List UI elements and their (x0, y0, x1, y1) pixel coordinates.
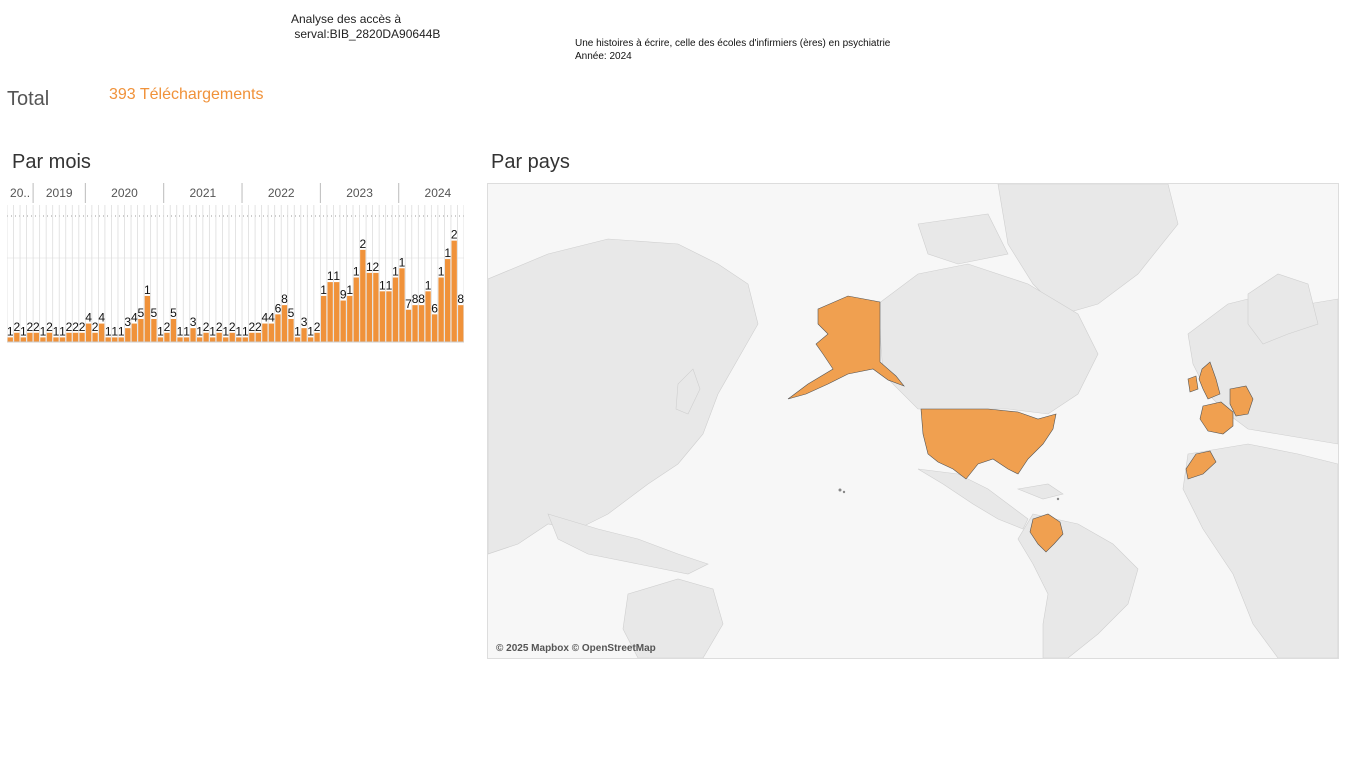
bar (262, 323, 268, 342)
bar (229, 332, 235, 342)
bar-label: 1 (346, 283, 353, 297)
document-title: Une histoires à écrire, celle des écoles… (575, 38, 891, 49)
bar (425, 291, 431, 342)
bar (255, 332, 262, 342)
bar (92, 332, 98, 342)
country-ireland (1187, 375, 1199, 393)
bar (216, 332, 222, 342)
bar (360, 249, 366, 342)
bar (320, 295, 327, 342)
bar (379, 291, 386, 342)
bar (33, 332, 40, 342)
bar (275, 314, 281, 342)
bar-label: 8 (457, 292, 464, 306)
bar (144, 295, 151, 342)
bar (125, 328, 131, 342)
bar (353, 277, 359, 342)
year-label: 2023 (346, 186, 373, 200)
bar (340, 300, 346, 342)
year-label: 20.. (10, 186, 30, 200)
bar-label: 1 (386, 278, 393, 292)
page-title: Analyse des accès à serval:BIB_2820DA906… (291, 12, 440, 42)
bar (386, 291, 392, 342)
bar-label: 1 (438, 265, 445, 279)
bar-label: 1 (444, 246, 451, 260)
bar (288, 318, 294, 342)
bar-label: 5 (170, 306, 177, 320)
bar (131, 323, 137, 342)
bar (301, 328, 307, 342)
bar (164, 332, 170, 342)
bar (314, 332, 320, 342)
bar (347, 295, 353, 342)
bar (451, 240, 457, 342)
document-year: Année: 2024 (575, 51, 632, 62)
bar-label: 4 (98, 311, 105, 325)
bar (392, 277, 399, 342)
year-label: 2024 (425, 186, 452, 200)
bar-label: 5 (288, 306, 295, 320)
by-month-title: Par mois (12, 151, 91, 173)
title-line-2: serval:BIB_2820DA90644B (291, 27, 441, 41)
bar (334, 282, 340, 342)
bar (190, 328, 196, 342)
bar (72, 332, 79, 342)
bar-label: 2 (314, 320, 321, 334)
bar (79, 332, 85, 342)
bar (327, 282, 333, 342)
year-label: 2019 (46, 186, 73, 200)
bar (170, 318, 177, 342)
bar-label: 1 (399, 255, 406, 269)
by-country-title: Par pays (491, 151, 570, 173)
bar (373, 272, 379, 342)
bar (412, 305, 418, 342)
bar (445, 259, 451, 342)
bar-label: 5 (151, 306, 158, 320)
bar (366, 272, 372, 342)
bar (46, 332, 53, 342)
bar (268, 323, 275, 342)
world-map[interactable]: © 2025 Mapbox © OpenStreetMap (487, 183, 1339, 659)
bar-label: 2 (359, 237, 366, 251)
document-info: Une histoires à écrire, celle des écoles… (575, 37, 890, 63)
bar-label: 6 (431, 301, 438, 315)
bar (458, 305, 464, 342)
bar (85, 323, 92, 342)
title-line-1: Analyse des accès à (291, 12, 402, 26)
year-label: 2020 (111, 186, 138, 200)
bar (431, 314, 438, 342)
total-label: Total (7, 88, 50, 110)
year-label: 2021 (190, 186, 217, 200)
year-label: 2022 (268, 186, 295, 200)
bar-label: 1 (320, 283, 327, 297)
bar-label: 5 (137, 306, 144, 320)
bar-label: 8 (281, 292, 288, 306)
bar (99, 323, 105, 342)
bar (418, 305, 425, 342)
bar (249, 332, 255, 342)
bar-label: 2 (373, 260, 380, 274)
bar (27, 332, 33, 342)
bar-label: 8 (418, 292, 425, 306)
bar (66, 332, 72, 342)
bar-label: 2 (451, 228, 458, 242)
bar (281, 305, 288, 342)
bar (203, 332, 209, 342)
bar-label: 1 (144, 283, 151, 297)
bar (405, 309, 412, 342)
bar-label: 1 (425, 278, 432, 292)
bar (438, 277, 444, 342)
bar (138, 318, 144, 342)
bar-label: 1 (333, 269, 340, 283)
monthly-bar-chart: 20..201920202021202220232024202512122121… (7, 183, 464, 343)
total-value: 393 Téléchargements (109, 86, 264, 103)
bar (14, 332, 20, 342)
bar (399, 268, 405, 342)
map-canvas (488, 184, 1338, 658)
map-attribution[interactable]: © 2025 Mapbox © OpenStreetMap (496, 643, 656, 654)
bar-label: 1 (353, 265, 360, 279)
bar (151, 318, 157, 342)
bar-label: 2 (164, 320, 171, 334)
